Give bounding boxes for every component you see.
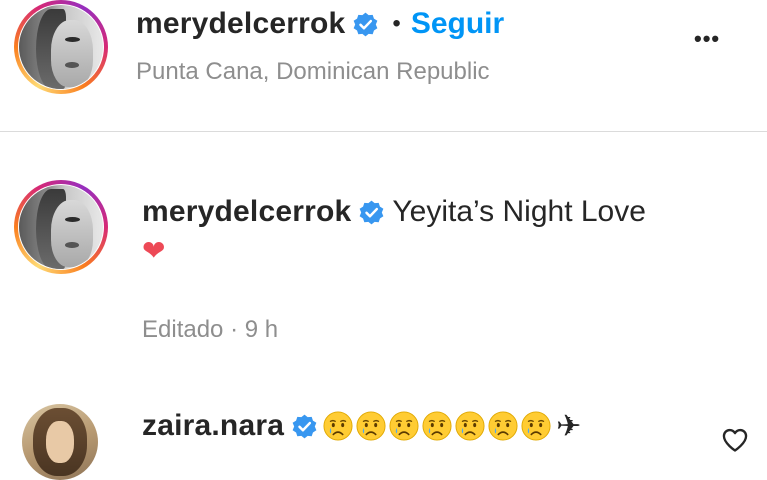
- airplane-icon: ✈: [556, 409, 582, 443]
- crying-face-icon: [323, 411, 353, 441]
- avatar-photo-eye: [65, 36, 81, 42]
- more-options-icon[interactable]: •••: [694, 26, 720, 52]
- caption-row: merydelcerrok Yeyita’s Night Love: [142, 192, 646, 232]
- verified-badge-icon: [360, 200, 384, 224]
- header-separator: •: [392, 10, 401, 37]
- crying-face-icon: [389, 411, 419, 441]
- caption-text: Yeyita’s Night Love: [392, 195, 646, 228]
- crying-face-icon: [488, 411, 518, 441]
- avatar-photo-lips: [65, 62, 79, 68]
- header-divider: [0, 131, 767, 132]
- crying-face-icon: [356, 411, 386, 441]
- location-link[interactable]: Punta Cana, Dominican Republic: [136, 58, 490, 86]
- like-heart-icon[interactable]: [721, 426, 749, 454]
- avatar-merydelcerrok: [19, 5, 103, 89]
- comment-username[interactable]: zaira.nara: [142, 409, 284, 443]
- crying-face-icon: [455, 411, 485, 441]
- comment-row: zaira.nara ✈: [142, 406, 581, 446]
- verified-badge-icon: [354, 12, 378, 36]
- avatar-photo-face: [50, 200, 93, 268]
- avatar-merydelcerrok-caption: [19, 185, 103, 269]
- verified-badge-icon: [292, 414, 317, 438]
- crying-face-icon: [422, 411, 452, 441]
- caption-username[interactable]: merydelcerrok: [142, 195, 351, 229]
- avatar-photo-face: [46, 420, 74, 463]
- avatar-ring-caption[interactable]: [14, 180, 108, 274]
- heart-icon: ❤: [142, 235, 166, 266]
- crying-face-icon: [521, 411, 551, 441]
- comment-emoji-row: [323, 411, 554, 441]
- header-username[interactable]: merydelcerrok: [136, 7, 345, 41]
- header-user-row: merydelcerrok • Seguir: [136, 4, 504, 44]
- avatar-photo-eye: [65, 216, 81, 222]
- caption-meta: Editado · 9 h: [142, 316, 279, 343]
- avatar-zaira-nara[interactable]: [22, 404, 98, 480]
- follow-button[interactable]: Seguir: [411, 7, 504, 41]
- avatar-photo-lips: [65, 242, 79, 248]
- avatar-photo-face: [50, 20, 93, 88]
- avatar-ring-header[interactable]: [14, 0, 108, 94]
